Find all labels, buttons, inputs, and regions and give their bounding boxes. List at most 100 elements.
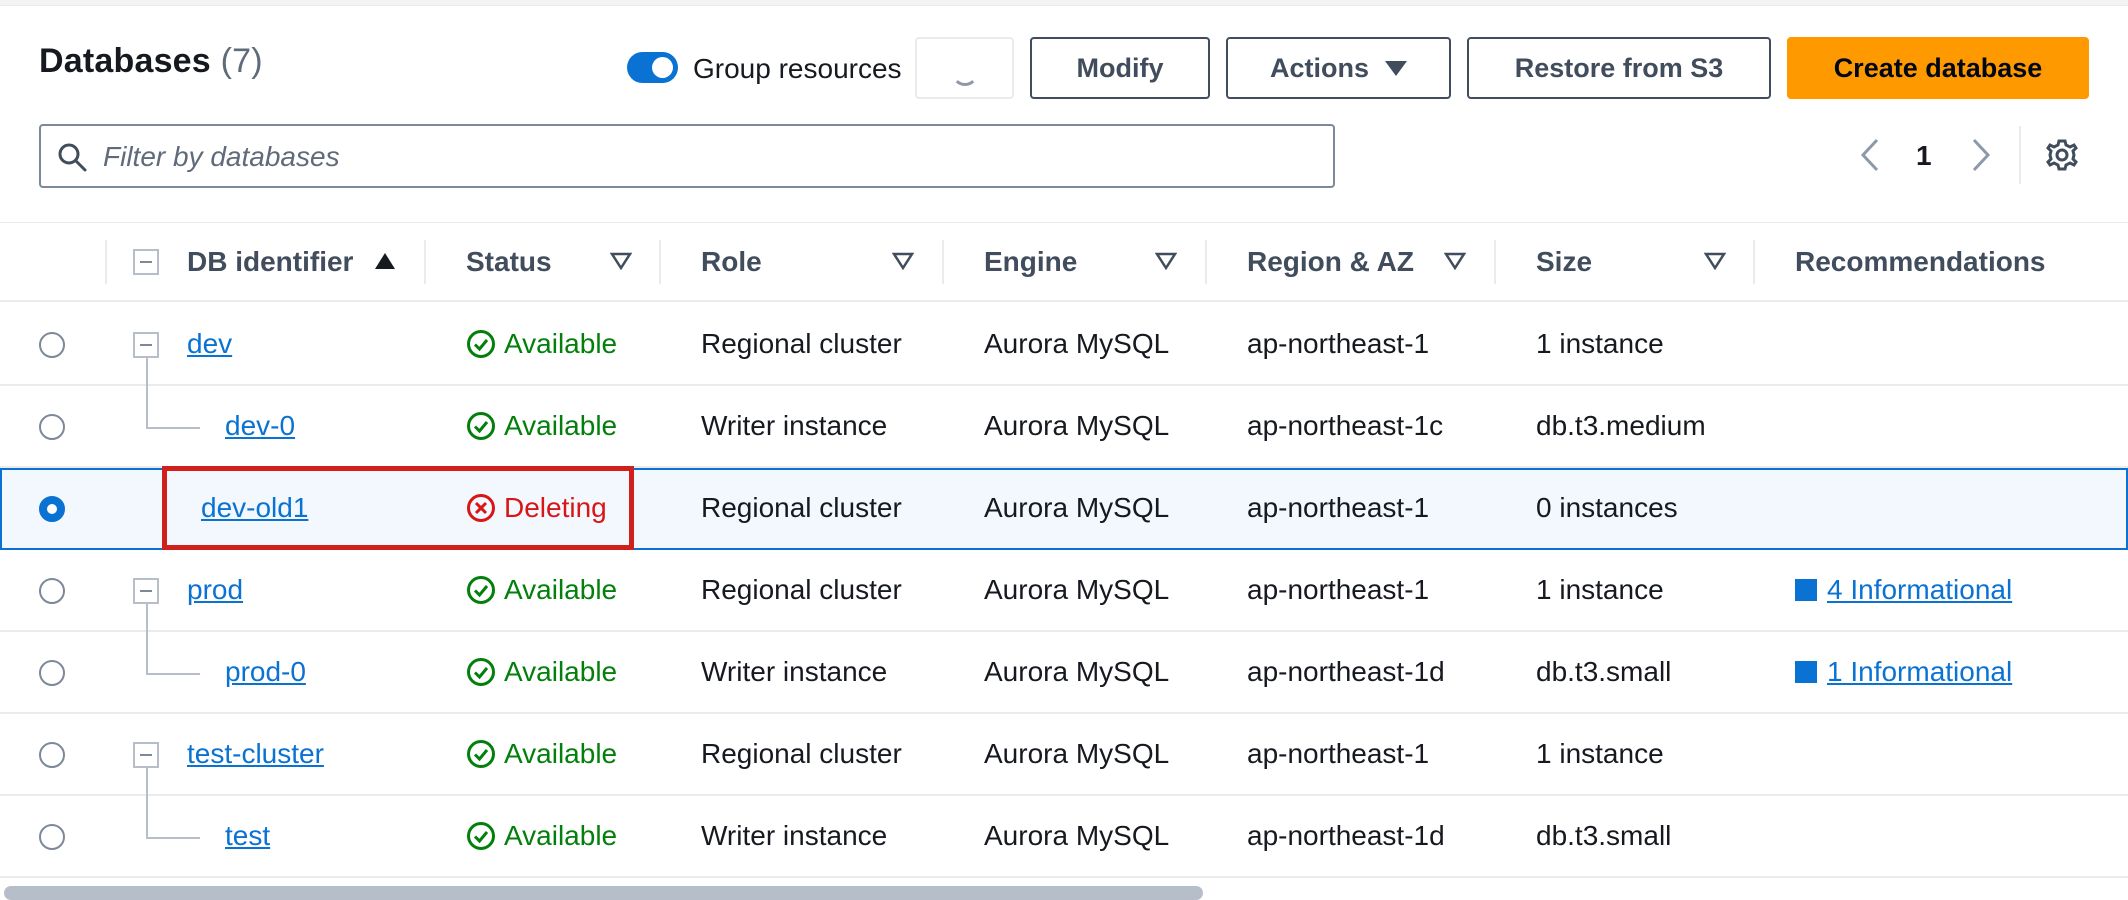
status-text: Available bbox=[504, 574, 618, 605]
db-identifier-link[interactable]: test bbox=[225, 820, 270, 852]
row-select-radio[interactable] bbox=[39, 578, 65, 604]
region-cell: ap-northeast-1 bbox=[1247, 328, 1430, 359]
collapse-group-icon[interactable] bbox=[133, 332, 159, 358]
status-text: Available bbox=[504, 410, 618, 441]
role-cell: Writer instance bbox=[701, 820, 888, 851]
actions-label: Actions bbox=[1269, 52, 1369, 83]
pagination-divider bbox=[2019, 126, 2021, 184]
sort-icon[interactable] bbox=[1703, 251, 1727, 276]
spinner-icon bbox=[951, 60, 978, 86]
search-icon bbox=[57, 142, 87, 177]
engine-cell: Aurora MySQL bbox=[984, 410, 1170, 441]
table-row[interactable]: prod-0 Available Writer instance Aurora … bbox=[0, 632, 2128, 714]
check-circle-icon bbox=[466, 575, 496, 605]
column-divider bbox=[424, 240, 426, 284]
region-cell: ap-northeast-1 bbox=[1247, 574, 1430, 605]
table-row[interactable]: dev-0 Available Writer instance Aurora M… bbox=[0, 386, 2128, 468]
modify-button[interactable]: Modify bbox=[1030, 37, 1210, 99]
status-text: Available bbox=[504, 328, 618, 359]
top-divider bbox=[0, 0, 2128, 6]
row-select-radio[interactable] bbox=[39, 496, 65, 522]
table-row[interactable]: test Available Writer instance Aurora My… bbox=[0, 796, 2128, 878]
table-row[interactable]: test-cluster Available Regional cluster … bbox=[0, 714, 2128, 796]
current-page-number[interactable]: 1 bbox=[1916, 140, 1932, 172]
refresh-button[interactable] bbox=[915, 37, 1014, 99]
create-database-button[interactable]: Create database bbox=[1787, 37, 2089, 99]
db-identifier-link[interactable]: dev bbox=[187, 328, 232, 360]
horizontal-scrollbar-thumb[interactable] bbox=[4, 886, 1203, 900]
size-cell: 1 instance bbox=[1536, 574, 1664, 605]
table-row[interactable]: prod Available Regional cluster Aurora M… bbox=[0, 550, 2128, 632]
collapse-group-icon[interactable] bbox=[133, 742, 159, 768]
group-resources-toggle[interactable] bbox=[627, 52, 678, 83]
row-select-radio[interactable] bbox=[39, 824, 65, 850]
collapse-group-icon[interactable] bbox=[133, 578, 159, 604]
check-circle-icon bbox=[466, 821, 496, 851]
recommendations-cell: 1 Informational bbox=[1795, 632, 2012, 712]
row-select-radio[interactable] bbox=[39, 660, 65, 686]
status-cell: Available bbox=[466, 386, 617, 466]
status-text: Available bbox=[504, 656, 618, 687]
recommendations-cell: 4 Informational bbox=[1795, 550, 2012, 630]
status-cell: Available bbox=[466, 796, 617, 876]
region-cell: ap-northeast-1 bbox=[1247, 492, 1430, 523]
actions-button[interactable]: Actions bbox=[1226, 37, 1451, 99]
recommendations-link[interactable]: 4 Informational bbox=[1827, 574, 2012, 606]
table-row[interactable]: dev Available Regional cluster Aurora My… bbox=[0, 304, 2128, 386]
status-cell: Available bbox=[466, 304, 617, 384]
column-header-region-az[interactable]: Region & AZ bbox=[1247, 223, 1414, 301]
collapse-all-icon[interactable] bbox=[133, 249, 159, 275]
sort-icon[interactable] bbox=[1443, 251, 1467, 276]
row-select-radio[interactable] bbox=[39, 414, 65, 440]
engine-cell: Aurora MySQL bbox=[984, 328, 1170, 359]
role-cell: Regional cluster bbox=[701, 574, 902, 605]
role-cell: Writer instance bbox=[701, 410, 888, 441]
size-cell: 0 instances bbox=[1536, 492, 1678, 523]
role-cell: Writer instance bbox=[701, 656, 888, 687]
row-select-radio[interactable] bbox=[39, 742, 65, 768]
toggle-knob bbox=[652, 57, 673, 78]
size-cell: 1 instance bbox=[1536, 328, 1664, 359]
column-header-role[interactable]: Role bbox=[701, 223, 762, 301]
column-divider bbox=[659, 240, 661, 284]
check-circle-icon bbox=[466, 411, 496, 441]
check-circle-icon bbox=[466, 739, 496, 769]
sort-icon[interactable] bbox=[609, 251, 633, 276]
group-resources-label: Group resources bbox=[693, 53, 902, 84]
sort-ascending-icon[interactable] bbox=[374, 251, 396, 276]
table-header: DB identifier Status Role Engine Region … bbox=[0, 222, 2128, 302]
column-header-engine[interactable]: Engine bbox=[984, 223, 1077, 301]
db-identifier-link[interactable]: dev-0 bbox=[225, 410, 295, 442]
size-cell: db.t3.small bbox=[1536, 820, 1672, 851]
filter-databases-field[interactable] bbox=[39, 124, 1335, 188]
next-page-icon[interactable] bbox=[1968, 136, 1994, 179]
region-cell: ap-northeast-1 bbox=[1247, 738, 1430, 769]
sort-icon[interactable] bbox=[1154, 251, 1178, 276]
row-select-radio[interactable] bbox=[39, 332, 65, 358]
column-header-recommendations: Recommendations bbox=[1795, 246, 2046, 277]
database-count: (7) bbox=[220, 42, 263, 80]
engine-cell: Aurora MySQL bbox=[984, 738, 1170, 769]
db-identifier-link[interactable]: prod-0 bbox=[225, 656, 306, 688]
info-square-icon bbox=[1795, 579, 1817, 601]
column-header-status[interactable]: Status bbox=[466, 223, 552, 301]
annotation-highlight-box bbox=[162, 466, 634, 550]
info-square-icon bbox=[1795, 661, 1817, 683]
column-divider bbox=[942, 240, 944, 284]
search-input[interactable] bbox=[103, 135, 1303, 179]
column-header-size[interactable]: Size bbox=[1536, 223, 1592, 301]
recommendations-link[interactable]: 1 Informational bbox=[1827, 656, 2012, 688]
region-cell: ap-northeast-1d bbox=[1247, 656, 1445, 687]
db-identifier-link[interactable]: prod bbox=[187, 574, 243, 606]
size-cell: 1 instance bbox=[1536, 738, 1664, 769]
sort-icon[interactable] bbox=[891, 251, 915, 276]
restore-from-s3-button[interactable]: Restore from S3 bbox=[1467, 37, 1771, 99]
region-cell: ap-northeast-1d bbox=[1247, 820, 1445, 851]
status-text: Available bbox=[504, 738, 618, 769]
gear-icon[interactable] bbox=[2045, 138, 2079, 177]
db-identifier-link[interactable]: test-cluster bbox=[187, 738, 324, 770]
previous-page-icon[interactable] bbox=[1857, 136, 1883, 179]
status-cell: Available bbox=[466, 550, 617, 630]
column-header-db-identifier[interactable]: DB identifier bbox=[187, 223, 353, 301]
page-title: Databases (7) bbox=[39, 42, 263, 80]
